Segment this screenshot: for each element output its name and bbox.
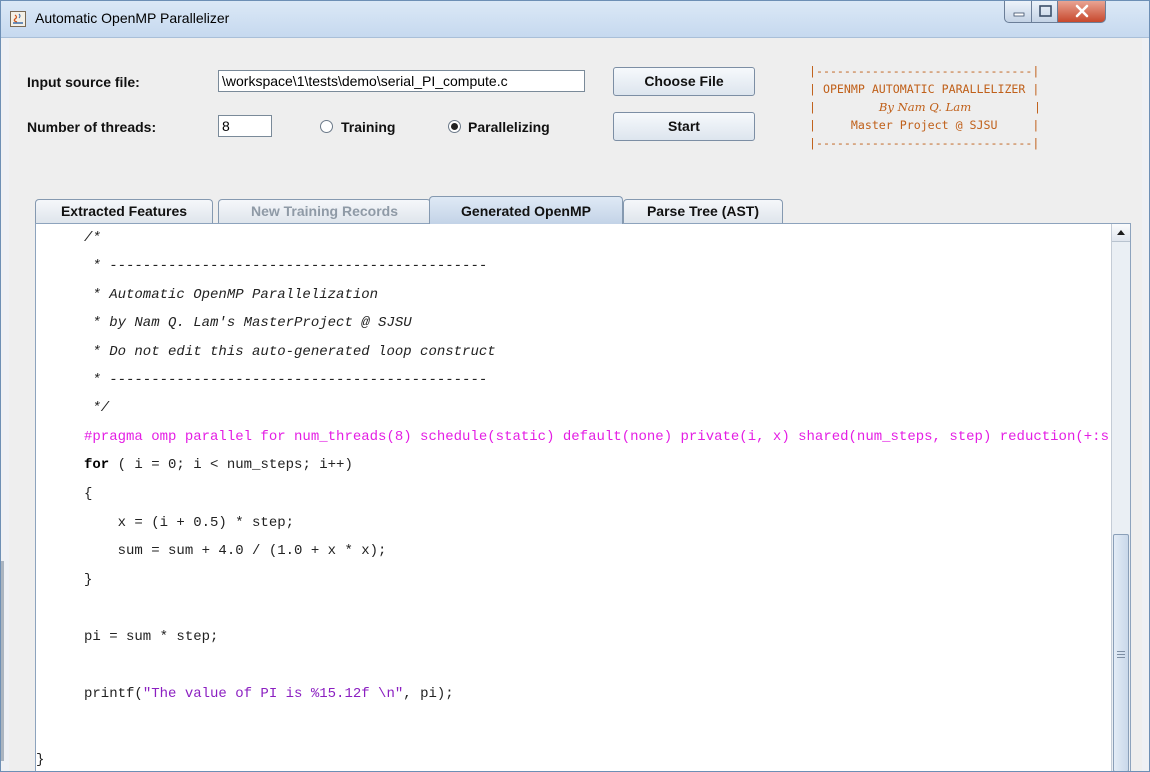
banner-project: Master Project @ SJSU <box>850 118 998 132</box>
code-string-literal: "The value of PI is %15.12f \n" <box>142 686 404 702</box>
parallelizing-radio[interactable] <box>448 120 461 133</box>
arrow-up-icon <box>1117 230 1125 235</box>
code-statement: x = (i + 0.5) * step; <box>84 515 295 531</box>
code-statement: sum = sum + 4.0 / (1.0 + x * x); <box>84 543 387 559</box>
radio-selected-dot <box>451 123 458 130</box>
main-panel: Input source file: \workspace\1\tests\de… <box>9 38 1142 771</box>
code-area[interactable]: /* * -----------------------------------… <box>36 224 1110 771</box>
code-pragma-line: #pragma omp parallel for num_threads(8) … <box>84 429 1110 445</box>
code-open-brace: { <box>84 486 93 502</box>
scrollbar-thumb[interactable] <box>1113 534 1129 771</box>
maximize-icon <box>1039 5 1052 17</box>
code-comment-line: * by Nam Q. Lam's MasterProject @ SJSU <box>84 315 412 331</box>
code-for-keyword: for <box>84 457 110 473</box>
code-function-close-brace: } <box>36 752 45 768</box>
window-title: Automatic OpenMP Parallelizer <box>35 10 230 26</box>
window-edge <box>1 561 4 761</box>
code-printf-line: printf("The value of PI is %15.12f \n", … <box>84 684 454 704</box>
java-app-icon <box>10 11 26 27</box>
code-pi-assign: pi = sum * step; <box>84 629 219 645</box>
code-comment-close: */ <box>84 400 110 416</box>
grip-line <box>1117 654 1125 655</box>
banner-title: | OPENMP AUTOMATIC PARALLELIZER | <box>809 82 1040 96</box>
code-for-line: for ( i = 0; i < num_steps; i++) <box>84 455 353 475</box>
code-comment-open: /* <box>84 230 101 246</box>
banner-rule-top: |-------------------------------| <box>809 64 1040 78</box>
scroll-up-button[interactable] <box>1112 224 1130 242</box>
close-button[interactable] <box>1057 1 1106 23</box>
tab-parse-tree-ast[interactable]: Parse Tree (AST) <box>623 199 783 223</box>
title-bar: Automatic OpenMP Parallelizer <box>1 1 1149 38</box>
banner-author: By Nam Q. Lam <box>878 100 972 114</box>
code-editor[interactable]: /* * -----------------------------------… <box>35 223 1131 771</box>
minimize-button[interactable] <box>1004 1 1032 23</box>
code-comment-line: * Do not edit this auto-generated loop c… <box>84 344 496 360</box>
input-file-label: Input source file: <box>27 74 140 90</box>
parallelizing-radio-label[interactable]: Parallelizing <box>468 119 550 135</box>
banner: |-------------------------------| | OPEN… <box>809 64 1042 150</box>
tab-new-training-records: New Training Records <box>218 199 431 223</box>
threads-input[interactable]: 8 <box>218 115 272 137</box>
grip-line <box>1117 657 1125 658</box>
vertical-scrollbar[interactable] <box>1111 224 1130 771</box>
close-icon <box>1075 4 1089 18</box>
code-comment-rule: * --------------------------------------… <box>84 372 488 388</box>
input-file-field[interactable]: \workspace\1\tests\demo\serial_PI_comput… <box>218 70 585 92</box>
threads-label: Number of threads: <box>27 119 157 135</box>
code-for-header: ( i = 0; i < num_steps; i++) <box>109 457 353 473</box>
training-radio[interactable] <box>320 120 333 133</box>
code-comment-rule: * --------------------------------------… <box>84 258 488 274</box>
tab-generated-openmp[interactable]: Generated OpenMP <box>429 196 623 224</box>
code-printf-args: , pi); <box>403 686 454 702</box>
minimize-icon <box>1013 12 1025 17</box>
code-comment-line: * Automatic OpenMP Parallelization <box>84 287 379 303</box>
choose-file-button[interactable]: Choose File <box>613 67 755 96</box>
app-window: Automatic OpenMP Parallelizer Input sour… <box>0 0 1150 772</box>
maximize-button[interactable] <box>1031 1 1058 23</box>
tab-extracted-features[interactable]: Extracted Features <box>35 199 213 223</box>
training-radio-label[interactable]: Training <box>341 119 395 135</box>
start-button[interactable]: Start <box>613 112 755 141</box>
code-close-brace: } <box>84 572 93 588</box>
code-printf-call: printf( <box>84 686 143 702</box>
banner-rule-bottom: |-------------------------------| <box>809 136 1040 150</box>
grip-line <box>1117 651 1125 652</box>
